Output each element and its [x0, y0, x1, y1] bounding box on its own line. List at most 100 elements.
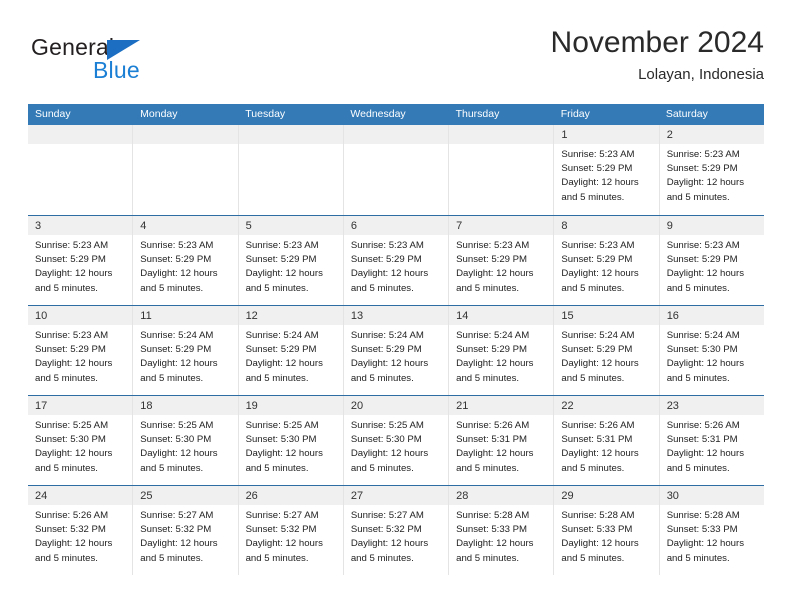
day-number-band: 18: [133, 396, 238, 415]
day-number: 17: [35, 400, 48, 412]
day-details: Sunrise: 5:23 AM Sunset: 5:29 PM Daylight:…: [344, 235, 448, 296]
sunrise-time: Sunrise: 5:23 AM: [666, 149, 740, 160]
sunrise-time: Sunrise: 5:25 AM: [350, 420, 424, 431]
day-number: 6: [350, 220, 357, 232]
day-cell[interactable]: 10 Sunrise: 5:23 AM Sunset: 5:29 PM Dayligh…: [28, 306, 134, 395]
day-details: Sunrise: 5:24 AM Sunset: 5:29 PM Daylight:…: [133, 325, 237, 386]
day-cell[interactable]: 8 Sunrise: 5:23 AM Sunset: 5:29 PM Daylight…: [554, 216, 660, 305]
day-cell[interactable]: 7 Sunrise: 5:23 AM Sunset: 5:29 PM Daylight…: [449, 216, 555, 305]
calendar-week-row: 17 Sunrise: 5:25 AM Sunset: 5:30 PM Dayligh…: [28, 395, 764, 485]
daylight-duration-line2: and 5 minutes.: [456, 372, 520, 384]
daylight-duration-line1: Daylight: 12 hours: [35, 448, 113, 460]
day-cell[interactable]: 20 Sunrise: 5:25 AM Sunset: 5:30 PM Dayligh…: [343, 396, 450, 485]
day-cell[interactable]: 13 Sunrise: 5:24 AM Sunset: 5:29 PM Dayligh…: [343, 306, 450, 395]
day-cell[interactable]: 30 Sunrise: 5:28 AM Sunset: 5:33 PM Dayligh…: [659, 486, 764, 575]
day-cell[interactable]: 21 Sunrise: 5:26 AM Sunset: 5:31 PM Dayligh…: [449, 396, 555, 485]
calendar-weeks: 1 Sunrise: 5:23 AM Sunset: 5:29 PM Daylight…: [28, 125, 764, 575]
day-details: Sunrise: 5:23 AM Sunset: 5:29 PM Daylight:…: [660, 235, 764, 296]
daylight-duration-line2: and 5 minutes.: [350, 282, 414, 294]
day-cell[interactable]: 14 Sunrise: 5:24 AM Sunset: 5:29 PM Dayligh…: [449, 306, 555, 395]
sunrise-time: Sunrise: 5:26 AM: [666, 420, 740, 431]
day-number: 28: [456, 490, 469, 502]
daylight-duration-line1: Daylight: 12 hours: [350, 448, 429, 460]
weekday-header-friday: Friday: [560, 108, 590, 120]
day-details: Sunrise: 5:24 AM Sunset: 5:29 PM Daylight:…: [344, 325, 448, 386]
daylight-duration-line1: Daylight: 12 hours: [561, 177, 639, 189]
day-number: 7: [456, 220, 463, 232]
daylight-duration-line2: and 5 minutes.: [561, 462, 625, 474]
day-cell[interactable]: 15 Sunrise: 5:24 AM Sunset: 5:29 PM Dayligh…: [554, 306, 660, 395]
day-details: Sunrise: 5:23 AM Sunset: 5:29 PM Daylight:…: [28, 325, 132, 386]
day-cell[interactable]: 5 Sunrise: 5:23 AM Sunset: 5:29 PM Daylight…: [238, 216, 344, 305]
day-cell[interactable]: 19 Sunrise: 5:25 AM Sunset: 5:30 PM Dayligh…: [238, 396, 344, 485]
day-details: Sunrise: 5:23 AM Sunset: 5:29 PM Daylight:…: [660, 144, 764, 205]
day-cell[interactable]: 17 Sunrise: 5:25 AM Sunset: 5:30 PM Dayligh…: [28, 396, 134, 485]
daylight-duration-line2: and 5 minutes.: [35, 372, 98, 384]
daylight-duration-line2: and 5 minutes.: [456, 462, 520, 474]
sunset-time: Sunset: 5:29 PM: [456, 344, 528, 356]
day-cell[interactable]: 18 Sunrise: 5:25 AM Sunset: 5:30 PM Dayligh…: [133, 396, 239, 485]
day-cell[interactable]: 4 Sunrise: 5:23 AM Sunset: 5:29 PM Daylight…: [133, 216, 239, 305]
sunset-time: Sunset: 5:29 PM: [35, 344, 106, 356]
day-cell[interactable]: 26 Sunrise: 5:27 AM Sunset: 5:32 PM Dayligh…: [238, 486, 344, 575]
daylight-duration-line2: and 5 minutes.: [456, 282, 520, 294]
day-number: 15: [561, 310, 574, 322]
day-details: Sunrise: 5:27 AM Sunset: 5:32 PM Daylight:…: [239, 505, 343, 566]
day-number: 11: [140, 310, 152, 322]
daylight-duration-line1: Daylight: 12 hours: [666, 358, 745, 370]
day-cell[interactable]: 29 Sunrise: 5:28 AM Sunset: 5:33 PM Dayligh…: [554, 486, 660, 575]
page-title: November 2024: [550, 26, 764, 59]
day-cell[interactable]: 12 Sunrise: 5:24 AM Sunset: 5:29 PM Dayligh…: [238, 306, 344, 395]
daylight-duration-line1: Daylight: 12 hours: [140, 538, 218, 550]
day-number-band: 20: [343, 396, 449, 415]
title-block: November 2024 Lolayan, Indonesia: [551, 24, 764, 86]
sunrise-time: Sunrise: 5:27 AM: [140, 510, 214, 521]
day-number: 9: [666, 220, 673, 232]
day-cell[interactable]: 23 Sunrise: 5:26 AM Sunset: 5:31 PM Dayligh…: [659, 396, 764, 485]
day-number-band: 15: [554, 306, 659, 325]
sunset-time: Sunset: 5:29 PM: [561, 163, 633, 175]
day-details: Sunrise: 5:27 AM Sunset: 5:32 PM Daylight:…: [344, 505, 448, 566]
sunset-time: Sunset: 5:29 PM: [245, 344, 317, 356]
sunrise-time: Sunrise: 5:23 AM: [456, 240, 530, 251]
day-number: 20: [350, 400, 364, 412]
sunrise-time: Sunrise: 5:24 AM: [140, 330, 214, 341]
day-cell[interactable]: 2 Sunrise: 5:23 AM Sunset: 5:29 PM Daylight…: [659, 125, 764, 215]
sunset-time: Sunset: 5:33 PM: [456, 524, 528, 536]
sunset-time: Sunset: 5:29 PM: [350, 344, 422, 356]
day-cell[interactable]: 25 Sunrise: 5:27 AM Sunset: 5:32 PM Dayligh…: [133, 486, 239, 575]
sunrise-time: Sunrise: 5:23 AM: [666, 240, 740, 251]
daylight-duration-line1: Daylight: 12 hours: [245, 448, 323, 460]
day-cell[interactable]: 22 Sunrise: 5:26 AM Sunset: 5:31 PM Dayligh…: [554, 396, 660, 485]
daylight-duration-line2: and 5 minutes.: [245, 462, 309, 474]
day-cell[interactable]: 6 Sunrise: 5:23 AM Sunset: 5:29 PM Daylight…: [343, 216, 450, 305]
daylight-duration-line1: Daylight: 12 hours: [140, 358, 218, 370]
daylight-duration-line2: and 5 minutes.: [666, 552, 730, 564]
day-cell[interactable]: 16 Sunrise: 5:24 AM Sunset: 5:30 PM Dayligh…: [659, 306, 764, 395]
daylight-duration-line1: Daylight: 12 hours: [666, 177, 745, 189]
day-cell[interactable]: 11 Sunrise: 5:24 AM Sunset: 5:29 PM Dayligh…: [133, 306, 239, 395]
day-number: 1: [561, 129, 568, 141]
weekday-header-wednesday: Wednesday: [350, 108, 406, 120]
day-number-band: 2: [659, 125, 764, 144]
daylight-duration-line2: and 5 minutes.: [666, 191, 730, 203]
day-number: 19: [245, 400, 258, 412]
day-details: Sunrise: 5:28 AM Sunset: 5:33 PM Daylight:…: [554, 505, 658, 566]
sunset-time: Sunset: 5:31 PM: [456, 434, 528, 446]
daylight-duration-line1: Daylight: 12 hours: [666, 448, 745, 460]
sunrise-time: Sunrise: 5:23 AM: [35, 240, 109, 251]
day-cell[interactable]: 9 Sunrise: 5:23 AM Sunset: 5:29 PM Daylight…: [659, 216, 764, 305]
sunset-time: Sunset: 5:30 PM: [140, 434, 212, 446]
day-cell[interactable]: 3 Sunrise: 5:23 AM Sunset: 5:29 PM Daylight…: [28, 216, 134, 305]
sunset-time: Sunset: 5:29 PM: [666, 163, 738, 175]
day-cell[interactable]: 28 Sunrise: 5:28 AM Sunset: 5:33 PM Dayligh…: [449, 486, 555, 575]
day-number-band: 16: [659, 306, 764, 325]
day-cell[interactable]: 27 Sunrise: 5:27 AM Sunset: 5:32 PM Dayligh…: [343, 486, 450, 575]
calendar-week-row: 1 Sunrise: 5:23 AM Sunset: 5:29 PM Daylight…: [28, 125, 764, 215]
day-cell[interactable]: 24 Sunrise: 5:26 AM Sunset: 5:32 PM Dayligh…: [28, 486, 134, 575]
calendar-week-row: 24 Sunrise: 5:26 AM Sunset: 5:32 PM Dayligh…: [28, 485, 764, 575]
sunset-time: Sunset: 5:32 PM: [245, 524, 317, 536]
daylight-duration-line1: Daylight: 12 hours: [561, 268, 639, 280]
day-number: 10: [35, 310, 48, 322]
day-cell[interactable]: 1 Sunrise: 5:23 AM Sunset: 5:29 PM Daylight…: [554, 125, 660, 215]
